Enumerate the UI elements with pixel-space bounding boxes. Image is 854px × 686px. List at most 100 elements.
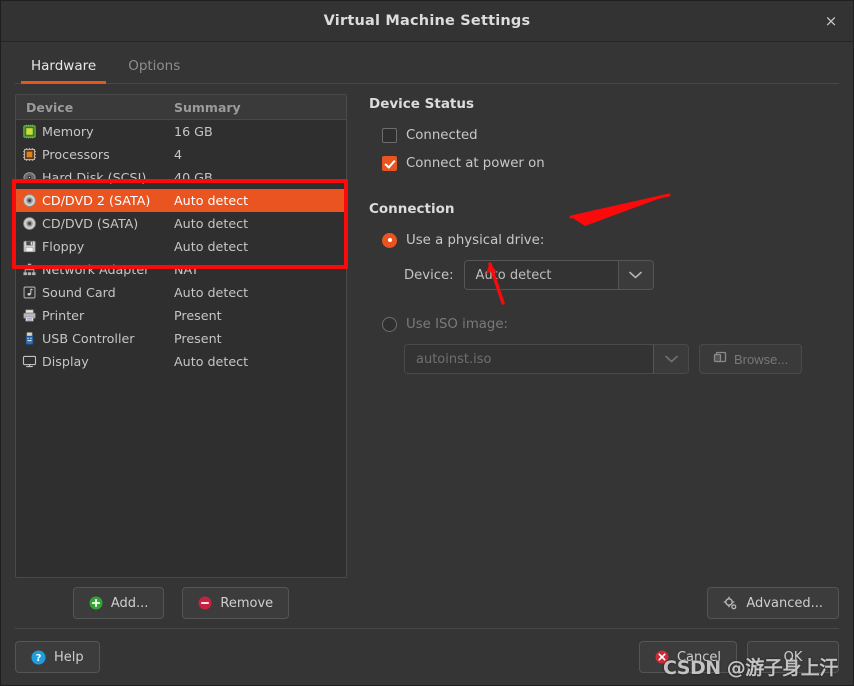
device-row-name: Network Adapter bbox=[16, 262, 168, 277]
connected-checkbox[interactable] bbox=[382, 127, 397, 143]
device-row-summary: Auto detect bbox=[174, 354, 249, 369]
connect-at-power-on-row[interactable]: Connect at power on bbox=[382, 151, 839, 175]
device-row-label: Hard Disk (SCSI) bbox=[42, 170, 147, 185]
main-content: Device Summary Memory 16 GB Processors 4 Har… bbox=[1, 84, 853, 628]
virtual-machine-settings-window: Virtual Machine Settings × Hardware Opti… bbox=[0, 0, 854, 686]
device-row-label: CD/DVD 2 (SATA) bbox=[42, 193, 151, 208]
device-row-label: Printer bbox=[42, 308, 85, 323]
device-row-cd-dvd-sata[interactable]: CD/DVD (SATA) Auto detect bbox=[16, 212, 346, 235]
processor-chip-icon bbox=[22, 147, 37, 162]
cd-dvd-icon bbox=[22, 216, 37, 231]
device-select[interactable]: Auto detect bbox=[463, 260, 654, 290]
question-circle-icon: ? bbox=[31, 650, 46, 665]
add-button-label: Add... bbox=[110, 595, 149, 611]
device-status-title: Device Status bbox=[369, 96, 475, 112]
device-row-label: Network Adapter bbox=[42, 262, 150, 277]
connect-at-power-on-checkbox[interactable] bbox=[382, 155, 397, 171]
browse-button[interactable]: Browse... bbox=[699, 344, 803, 374]
device-row-label: Memory bbox=[42, 124, 94, 139]
close-icon[interactable]: × bbox=[817, 7, 845, 35]
device-row-sound-card[interactable]: Sound Card Auto detect bbox=[16, 281, 346, 304]
device-row-name: Memory bbox=[16, 124, 168, 139]
right-panel: Device Status Connected Connect at power… bbox=[347, 94, 839, 628]
device-row-memory[interactable]: Memory 16 GB bbox=[16, 120, 346, 143]
browse-button-label: Browse... bbox=[734, 351, 789, 367]
use-iso-image-label: Use ISO image: bbox=[406, 316, 509, 332]
device-row-name: USB Controller bbox=[16, 331, 168, 346]
column-header-summary: Summary bbox=[174, 99, 241, 115]
iso-path-row: autoinst.iso Browse... bbox=[382, 344, 839, 374]
network-adapter-icon bbox=[22, 262, 37, 277]
remove-button[interactable]: Remove bbox=[182, 587, 290, 619]
plus-circle-icon bbox=[89, 596, 103, 610]
device-row-processors[interactable]: Processors 4 bbox=[16, 143, 346, 166]
device-row-name: Hard Disk (SCSI) bbox=[16, 170, 168, 185]
tab-hardware[interactable]: Hardware bbox=[15, 59, 112, 85]
iso-path-value: autoinst.iso bbox=[405, 345, 653, 373]
device-row-name: Printer bbox=[16, 308, 168, 323]
device-select-row: Device: Auto detect bbox=[382, 260, 839, 290]
use-physical-drive-label: Use a physical drive: bbox=[406, 232, 545, 248]
chevron-down-icon[interactable] bbox=[617, 261, 653, 289]
device-row-label: Sound Card bbox=[42, 285, 116, 300]
footer-action-buttons: Cancel OK bbox=[638, 641, 839, 673]
device-row-name: Display bbox=[16, 354, 168, 369]
device-row-name: Sound Card bbox=[16, 285, 168, 300]
device-row-floppy[interactable]: Floppy Auto detect bbox=[16, 235, 346, 258]
device-row-network-adapter[interactable]: Network Adapter NAT bbox=[16, 258, 346, 281]
add-button[interactable]: Add... bbox=[72, 587, 165, 619]
device-action-buttons: Add... Remove bbox=[15, 578, 347, 628]
ok-button-label: OK bbox=[783, 649, 803, 665]
device-list[interactable]: Device Summary Memory 16 GB Processors 4 Har… bbox=[15, 94, 347, 578]
device-row-summary: 16 GB bbox=[174, 124, 213, 139]
chevron-down-icon[interactable] bbox=[653, 345, 688, 373]
help-button[interactable]: ? Help bbox=[15, 641, 100, 673]
cancel-button[interactable]: Cancel bbox=[638, 641, 737, 673]
use-physical-drive-radio[interactable] bbox=[382, 232, 397, 248]
cd-dvd-icon bbox=[22, 193, 37, 208]
remove-button-label: Remove bbox=[220, 595, 274, 611]
device-row-summary: Auto detect bbox=[174, 285, 249, 300]
memory-chip-icon bbox=[22, 124, 37, 139]
folder-icon bbox=[713, 351, 727, 367]
svg-text:?: ? bbox=[36, 653, 42, 664]
tab-bar: Hardware Options bbox=[1, 42, 853, 84]
device-row-summary: 4 bbox=[174, 147, 183, 162]
footer-bar: ? Help Cancel OK bbox=[1, 629, 853, 685]
sound-card-icon bbox=[22, 285, 37, 300]
hard-disk-icon bbox=[22, 170, 37, 185]
device-row-cd-dvd-2-sata[interactable]: CD/DVD 2 (SATA) Auto detect bbox=[16, 189, 346, 212]
title-bar: Virtual Machine Settings × bbox=[1, 1, 853, 42]
cancel-button-label: Cancel bbox=[676, 649, 721, 665]
ok-button[interactable]: OK bbox=[747, 641, 839, 673]
device-list-body: Memory 16 GB Processors 4 Hard Disk (SCSI) 40… bbox=[16, 120, 346, 577]
device-row-summary: Auto detect bbox=[174, 239, 249, 254]
device-row-printer[interactable]: Printer Present bbox=[16, 304, 346, 327]
device-row-name: Processors bbox=[16, 147, 168, 162]
device-row-display[interactable]: Display Auto detect bbox=[16, 350, 346, 373]
use-iso-image-row[interactable]: Use ISO image: bbox=[382, 312, 839, 336]
device-row-name: CD/DVD 2 (SATA) bbox=[16, 193, 168, 208]
advanced-button[interactable]: Advanced... bbox=[707, 587, 839, 619]
usb-controller-icon bbox=[22, 331, 37, 346]
device-row-label: Display bbox=[42, 354, 89, 369]
column-header-device: Device bbox=[26, 99, 74, 115]
cancel-icon bbox=[655, 650, 669, 664]
device-row-label: Floppy bbox=[42, 239, 85, 254]
connected-checkbox-row[interactable]: Connected bbox=[382, 123, 839, 147]
device-row-summary: NAT bbox=[174, 262, 199, 277]
device-row-usb-controller[interactable]: USB Controller Present bbox=[16, 327, 346, 350]
device-row-label: Processors bbox=[42, 147, 110, 162]
display-icon bbox=[22, 354, 37, 369]
device-row-label: CD/DVD (SATA) bbox=[42, 216, 139, 231]
device-row-hard-disk-scsi[interactable]: Hard Disk (SCSI) 40 GB bbox=[16, 166, 346, 189]
device-select-value: Auto detect bbox=[464, 261, 618, 289]
tab-options[interactable]: Options bbox=[112, 59, 196, 85]
device-row-summary: Auto detect bbox=[174, 216, 249, 231]
iso-path-select[interactable]: autoinst.iso bbox=[404, 344, 689, 374]
use-iso-image-radio[interactable] bbox=[382, 316, 397, 332]
device-row-name: Floppy bbox=[16, 239, 168, 254]
use-physical-drive-row[interactable]: Use a physical drive: bbox=[382, 228, 839, 252]
device-row-summary: Present bbox=[174, 331, 222, 346]
floppy-icon bbox=[22, 239, 37, 254]
